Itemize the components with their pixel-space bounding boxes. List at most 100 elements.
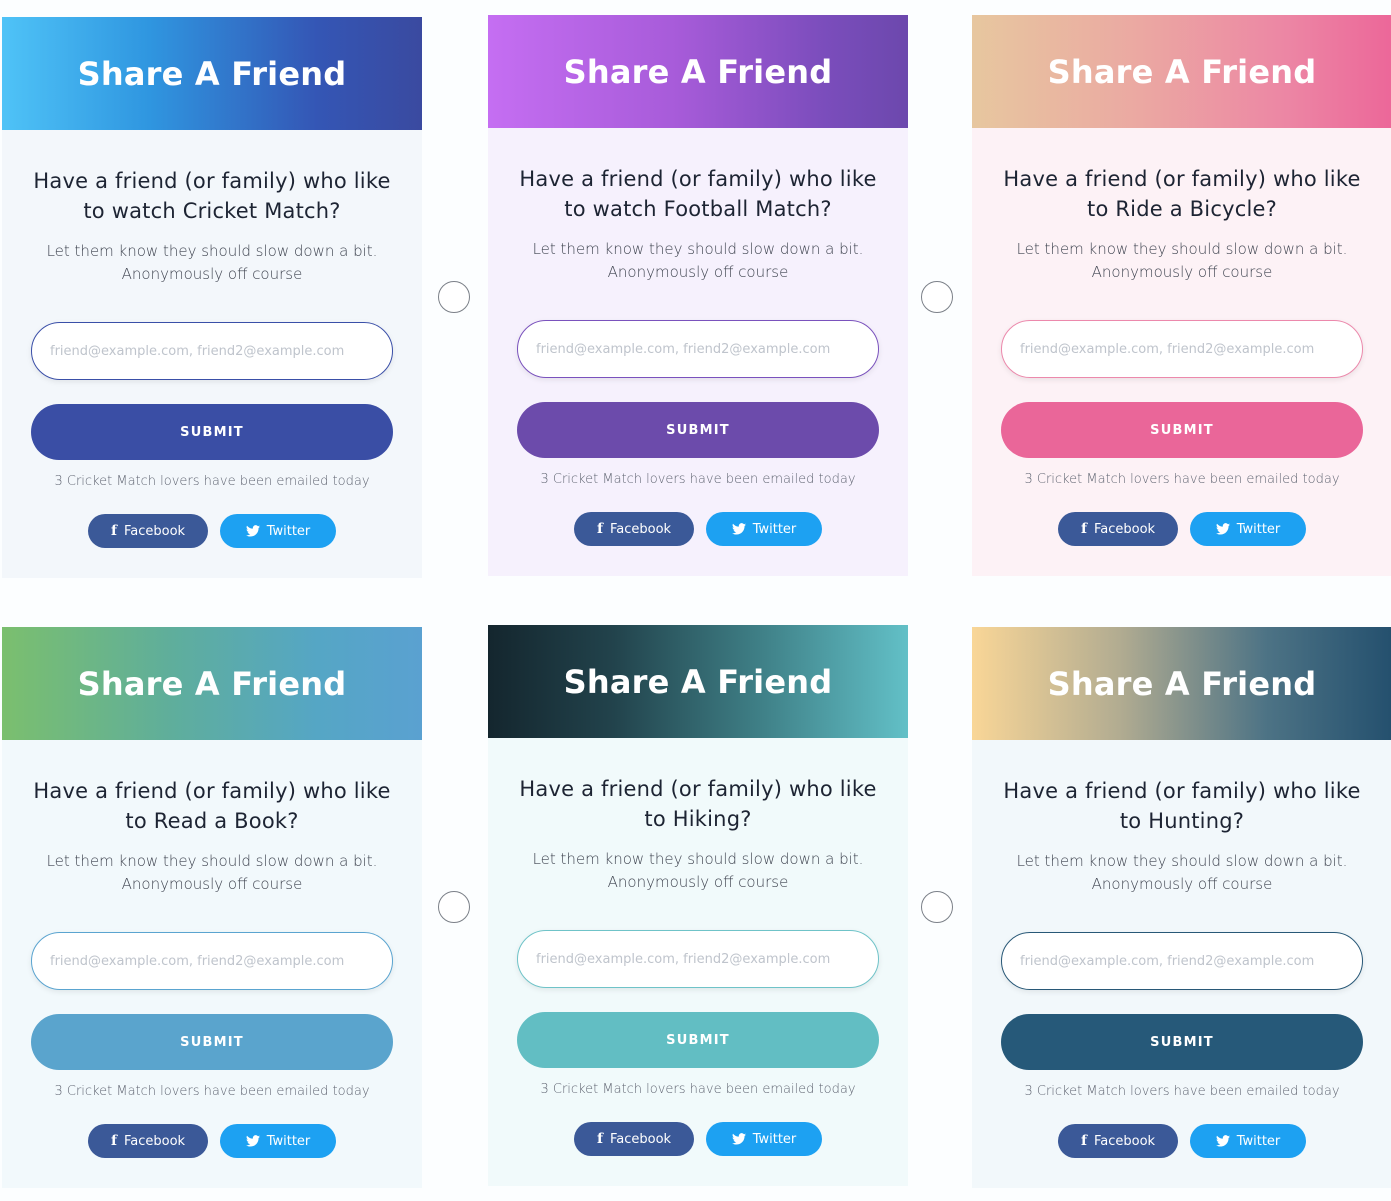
facebook-share-button[interactable]: f Facebook: [88, 1124, 208, 1158]
description-line-1: Let them know they should slow down a bi…: [46, 852, 378, 870]
card-select-radio[interactable]: [921, 281, 953, 313]
emailed-count-text: 3 Cricket Match lovers have been emailed…: [540, 472, 856, 487]
facebook-share-button[interactable]: f Facebook: [574, 512, 694, 546]
friend-email-input[interactable]: [517, 320, 879, 378]
card-question: Have a friend (or family) who like to Hu…: [1003, 779, 1361, 833]
submit-button[interactable]: SUBMIT: [517, 402, 879, 458]
facebook-icon: f: [110, 1133, 117, 1149]
card-header: Share A Friend: [488, 625, 908, 738]
card-question: Have a friend (or family) who like to Re…: [33, 779, 391, 833]
facebook-icon: f: [1080, 1133, 1087, 1149]
description-line-1: Let them know they should slow down a bi…: [1016, 240, 1348, 258]
card-description: Let them know they should slow down a bi…: [516, 848, 880, 894]
card-body: Have a friend (or family) who like to wa…: [2, 130, 422, 578]
twitter-icon: [731, 523, 746, 535]
share-cards-gallery: Share A Friend Have a friend (or family)…: [0, 0, 1391, 1201]
card-title: Share A Friend: [77, 54, 347, 93]
card-title: Share A Friend: [563, 662, 833, 701]
description-line-1: Let them know they should slow down a bi…: [532, 240, 864, 258]
card-header: Share A Friend: [2, 627, 422, 740]
card-description: Let them know they should slow down a bi…: [516, 238, 880, 284]
facebook-share-button[interactable]: f Facebook: [1058, 1124, 1178, 1158]
card-question: Have a friend (or family) who like to wa…: [519, 167, 877, 221]
social-share-row: f Facebook Twitter: [516, 512, 880, 546]
emailed-count-text: 3 Cricket Match lovers have been emailed…: [540, 1082, 856, 1097]
share-card-football: Share A Friend Have a friend (or family)…: [488, 15, 908, 576]
twitter-label: Twitter: [266, 1133, 311, 1149]
facebook-label: Facebook: [123, 523, 186, 539]
facebook-share-button[interactable]: f Facebook: [574, 1122, 694, 1156]
facebook-label: Facebook: [1093, 1133, 1156, 1149]
twitter-icon: [1215, 523, 1230, 535]
twitter-icon: [245, 525, 260, 537]
card-select-radio[interactable]: [438, 281, 470, 313]
submit-button[interactable]: SUBMIT: [31, 404, 393, 460]
facebook-label: Facebook: [609, 1131, 672, 1147]
friend-email-input[interactable]: [31, 932, 393, 990]
card-body: Have a friend (or family) who like to wa…: [488, 128, 908, 576]
description-line-1: Let them know they should slow down a bi…: [532, 850, 864, 868]
facebook-icon: f: [596, 1131, 603, 1147]
share-card-hiking: Share A Friend Have a friend (or family)…: [488, 625, 908, 1186]
twitter-share-button[interactable]: Twitter: [1190, 1124, 1306, 1158]
card-question: Have a friend (or family) who like to Hi…: [519, 777, 877, 831]
twitter-icon: [1215, 1135, 1230, 1147]
emailed-count-text: 3 Cricket Match lovers have been emailed…: [54, 474, 370, 489]
friend-email-input[interactable]: [31, 322, 393, 380]
share-card-hunting: Share A Friend Have a friend (or family)…: [972, 627, 1391, 1188]
facebook-label: Facebook: [123, 1133, 186, 1149]
description-line-2: Anonymously off course: [607, 873, 789, 891]
twitter-share-button[interactable]: Twitter: [706, 1122, 822, 1156]
twitter-share-button[interactable]: Twitter: [220, 514, 336, 548]
emailed-count-text: 3 Cricket Match lovers have been emailed…: [1024, 1084, 1340, 1099]
social-share-row: f Facebook Twitter: [1000, 512, 1364, 546]
card-question: Have a friend (or family) who like to Ri…: [1003, 167, 1361, 221]
twitter-share-button[interactable]: Twitter: [220, 1124, 336, 1158]
twitter-share-button[interactable]: Twitter: [1190, 512, 1306, 546]
twitter-label: Twitter: [752, 521, 797, 537]
share-card-book: Share A Friend Have a friend (or family)…: [2, 627, 422, 1188]
friend-email-input[interactable]: [517, 930, 879, 988]
card-body: Have a friend (or family) who like to Hu…: [972, 740, 1391, 1188]
card-header: Share A Friend: [972, 15, 1391, 128]
card-header: Share A Friend: [488, 15, 908, 128]
twitter-share-button[interactable]: Twitter: [706, 512, 822, 546]
facebook-icon: f: [1080, 521, 1087, 537]
card-title: Share A Friend: [77, 664, 347, 703]
description-line-2: Anonymously off course: [1091, 263, 1273, 281]
friend-email-input[interactable]: [1001, 320, 1363, 378]
card-question: Have a friend (or family) who like to wa…: [33, 169, 391, 223]
card-body: Have a friend (or family) who like to Ri…: [972, 128, 1391, 576]
card-select-radio[interactable]: [921, 891, 953, 923]
description-line-2: Anonymously off course: [607, 263, 789, 281]
description-line-1: Let them know they should slow down a bi…: [1016, 852, 1348, 870]
friend-email-input[interactable]: [1001, 932, 1363, 990]
facebook-label: Facebook: [1093, 521, 1156, 537]
twitter-label: Twitter: [1236, 521, 1281, 537]
submit-button[interactable]: SUBMIT: [1001, 1014, 1363, 1070]
facebook-icon: f: [596, 521, 603, 537]
social-share-row: f Facebook Twitter: [1000, 1124, 1364, 1158]
share-card-cricket: Share A Friend Have a friend (or family)…: [2, 17, 422, 578]
card-title: Share A Friend: [563, 52, 833, 91]
facebook-share-button[interactable]: f Facebook: [88, 514, 208, 548]
social-share-row: f Facebook Twitter: [516, 1122, 880, 1156]
description-line-2: Anonymously off course: [1091, 875, 1273, 893]
card-description: Let them know they should slow down a bi…: [30, 850, 394, 896]
submit-button[interactable]: SUBMIT: [31, 1014, 393, 1070]
submit-button[interactable]: SUBMIT: [1001, 402, 1363, 458]
description-line-2: Anonymously off course: [121, 875, 303, 893]
twitter-icon: [731, 1133, 746, 1145]
submit-button[interactable]: SUBMIT: [517, 1012, 879, 1068]
twitter-label: Twitter: [266, 523, 311, 539]
share-card-bicycle: Share A Friend Have a friend (or family)…: [972, 15, 1391, 576]
card-header: Share A Friend: [2, 17, 422, 130]
facebook-share-button[interactable]: f Facebook: [1058, 512, 1178, 546]
card-description: Let them know they should slow down a bi…: [30, 240, 394, 286]
social-share-row: f Facebook Twitter: [30, 514, 394, 548]
card-select-radio[interactable]: [438, 891, 470, 923]
twitter-label: Twitter: [1236, 1133, 1281, 1149]
twitter-icon: [245, 1135, 260, 1147]
card-title: Share A Friend: [1047, 664, 1317, 703]
description-line-1: Let them know they should slow down a bi…: [46, 242, 378, 260]
